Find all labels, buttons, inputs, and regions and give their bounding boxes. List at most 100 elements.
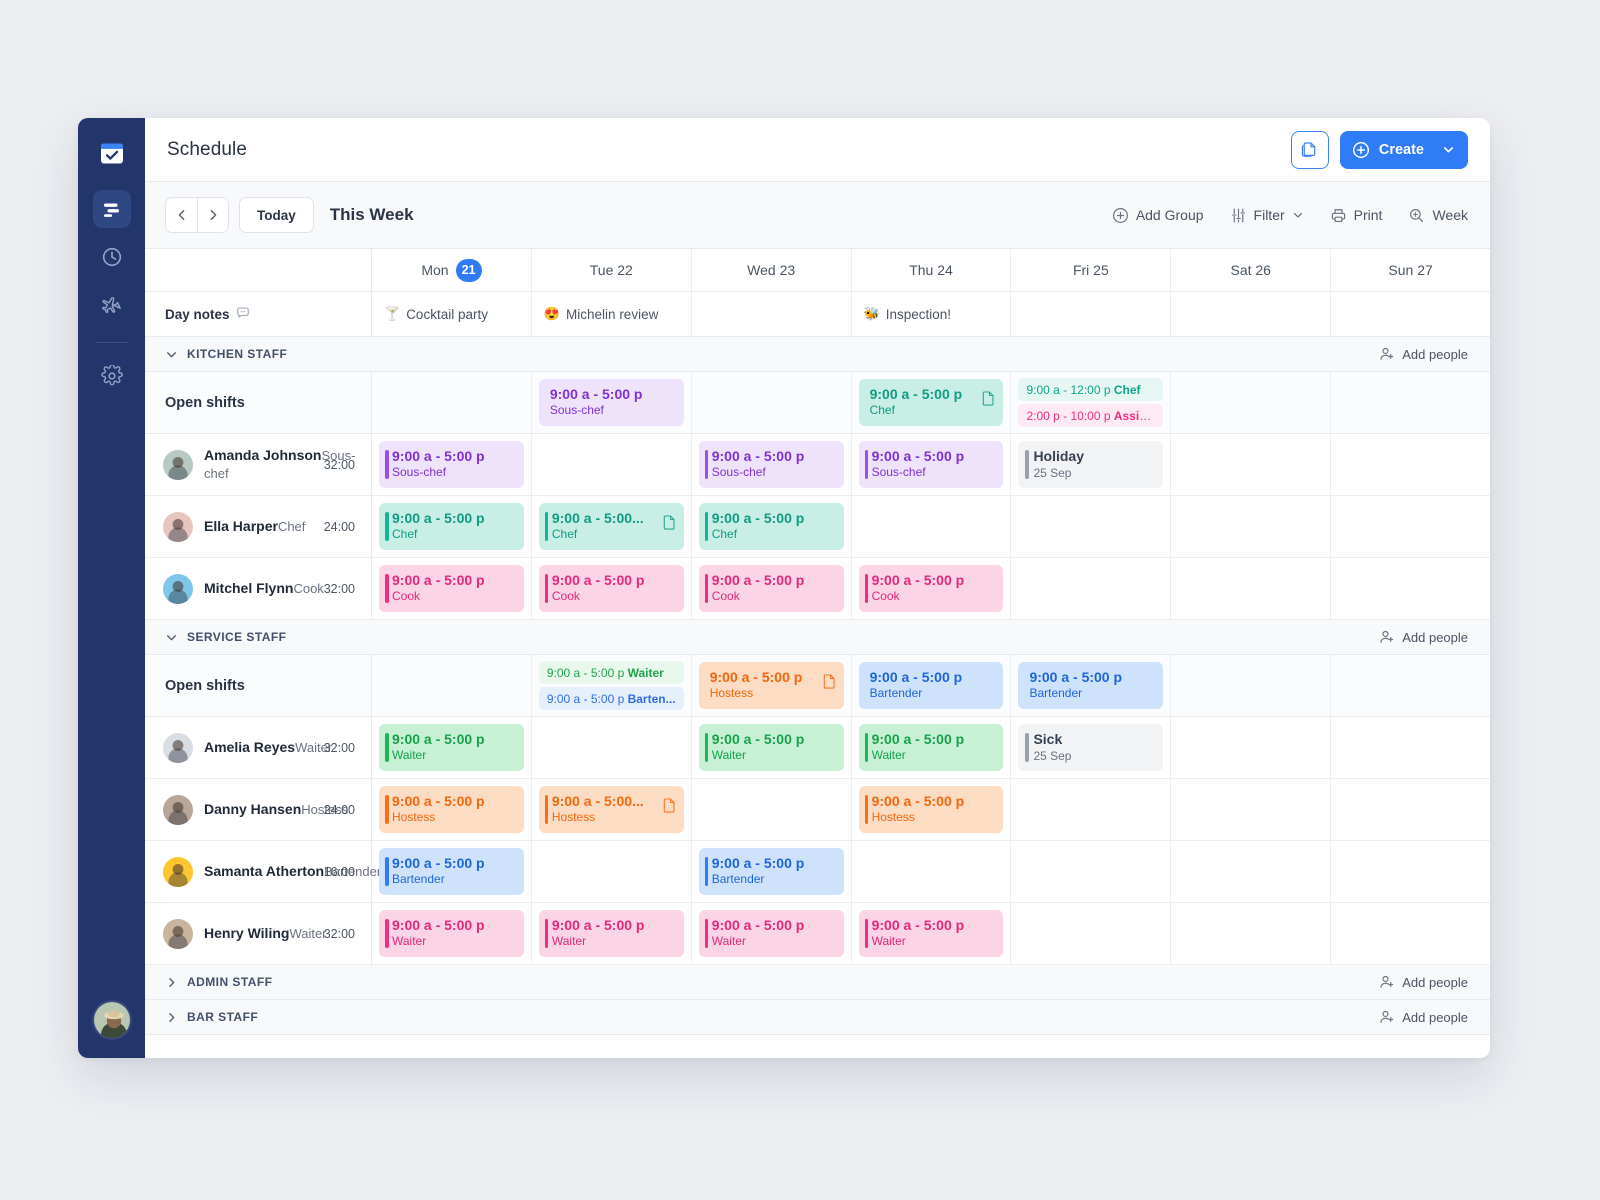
add-people-button[interactable]: Add people [1379, 629, 1468, 645]
shift-cell[interactable] [692, 779, 852, 840]
day-header-0[interactable]: Mon21 [372, 249, 532, 291]
sidebar-item-timeclock[interactable] [93, 238, 131, 276]
shift-chip[interactable]: 9:00 a - 5:00 pChef [379, 503, 524, 550]
shift-cell[interactable]: 9:00 a - 5:00 pSous-chef [372, 434, 532, 495]
shift-chip[interactable]: 9:00 a - 5:00 pWaiter [539, 910, 684, 957]
shift-cell[interactable]: 9:00 a - 5:00 pCook [532, 558, 692, 619]
shift-cell[interactable] [1331, 558, 1490, 619]
sidebar-item-settings[interactable] [93, 357, 131, 395]
shift-cell[interactable] [1171, 717, 1331, 778]
shift-cell[interactable] [1171, 558, 1331, 619]
shift-chip[interactable]: 9:00 a - 5:00 pHostess [379, 786, 524, 833]
staff-info-cell[interactable]: Samanta AthertonBartender16:00 [145, 841, 372, 902]
shift-cell[interactable] [1171, 496, 1331, 557]
shift-cell[interactable]: Holiday25 Sep [1011, 434, 1171, 495]
staff-info-cell[interactable]: Ella HarperChef24:00 [145, 496, 372, 557]
app-logo[interactable] [91, 132, 133, 174]
shift-cell[interactable]: 9:00 a - 5:00 pWaiter [852, 903, 1012, 964]
shift-cell[interactable]: 9:00 a - 5:00 pHostess [372, 779, 532, 840]
absence-chip[interactable]: Sick25 Sep [1018, 724, 1163, 772]
shift-chip[interactable]: 9:00 a - 5:00 pSous-chef [699, 441, 844, 488]
today-button[interactable]: Today [239, 197, 314, 233]
shift-chip[interactable]: 9:00 a - 5:00...Hostess [539, 786, 684, 833]
shift-cell[interactable] [1011, 903, 1171, 964]
shift-chip[interactable]: 9:00 a - 5:00 pCook [699, 565, 844, 612]
shift-cell[interactable] [532, 717, 692, 778]
shift-chip[interactable]: 9:00 a - 5:00 pWaiter [699, 910, 844, 957]
shift-cell[interactable] [1171, 841, 1331, 902]
add-people-button[interactable]: Add people [1379, 346, 1468, 362]
shift-cell[interactable]: Sick25 Sep [1011, 717, 1171, 778]
shift-cell[interactable]: 9:00 a - 5:00 pSous-chef [852, 434, 1012, 495]
shift-cell[interactable] [532, 841, 692, 902]
shift-chip[interactable]: 9:00 a - 5:00 pCook [859, 565, 1004, 612]
open-shift-cell[interactable]: 9:00 a - 5:00 pHostess [692, 655, 852, 716]
staff-info-cell[interactable]: Amelia ReyesWaiter32:00 [145, 717, 372, 778]
shift-cell[interactable]: 9:00 a - 5:00 pBartender [372, 841, 532, 902]
chevron-right-icon[interactable] [165, 1011, 178, 1024]
shift-cell[interactable] [1011, 779, 1171, 840]
open-shift-chip[interactable]: 9:00 a - 5:00 pHostess [699, 662, 844, 709]
shift-cell[interactable] [1011, 558, 1171, 619]
open-shift-cell[interactable] [1171, 372, 1331, 433]
open-shift-mini-chip[interactable]: 9:00 a - 12:00 p Chef [1018, 378, 1163, 401]
chevron-down-icon[interactable] [165, 631, 178, 644]
day-note-5[interactable] [1171, 292, 1331, 336]
shift-cell[interactable] [532, 434, 692, 495]
shift-chip[interactable]: 9:00 a - 5:00 pBartender [699, 848, 844, 895]
absence-chip[interactable]: Holiday25 Sep [1018, 441, 1163, 489]
shift-cell[interactable] [1171, 779, 1331, 840]
shift-chip[interactable]: 9:00 a - 5:00 pWaiter [859, 910, 1004, 957]
shift-cell[interactable] [1331, 434, 1490, 495]
day-note-1[interactable]: 😍Michelin review [532, 292, 692, 336]
open-shift-cell[interactable]: 9:00 a - 12:00 p Chef 2:00 p - 10:00 p As… [1011, 372, 1171, 433]
day-header-4[interactable]: Fri 25 [1011, 249, 1171, 291]
open-shift-mini-chip[interactable]: 2:00 p - 10:00 p Assist... [1018, 404, 1163, 427]
shift-chip[interactable]: 9:00 a - 5:00 pWaiter [379, 724, 524, 771]
prev-week-button[interactable] [166, 198, 197, 232]
open-shift-cell[interactable]: 9:00 a - 5:00 pBartender [852, 655, 1012, 716]
open-shift-chip[interactable]: 9:00 a - 5:00 pBartender [859, 662, 1004, 709]
open-shift-cell[interactable] [1171, 655, 1331, 716]
shift-cell[interactable]: 9:00 a - 5:00 pCook [692, 558, 852, 619]
shift-cell[interactable]: 9:00 a - 5:00 pWaiter [532, 903, 692, 964]
shift-cell[interactable]: 9:00 a - 5:00 pWaiter [692, 903, 852, 964]
next-week-button[interactable] [197, 198, 228, 232]
chevron-right-icon[interactable] [165, 976, 178, 989]
shift-cell[interactable]: 9:00 a - 5:00 pChef [692, 496, 852, 557]
open-shift-cell[interactable]: 9:00 a - 5:00 pSous-chef [532, 372, 692, 433]
add-group-button[interactable]: Add Group [1112, 207, 1204, 224]
open-shift-chip[interactable]: 9:00 a - 5:00 pSous-chef [539, 379, 684, 426]
open-shift-cell[interactable]: 9:00 a - 5:00 p Waiter9:00 a - 5:00 p Ba… [532, 655, 692, 716]
day-header-5[interactable]: Sat 26 [1171, 249, 1331, 291]
shift-cell[interactable] [1011, 496, 1171, 557]
group-header-admin-staff[interactable]: ADMIN STAFFAdd people [145, 965, 1490, 1000]
shift-cell[interactable] [1331, 903, 1490, 964]
open-shift-cell[interactable] [372, 372, 532, 433]
day-note-0[interactable]: 🍸Cocktail party [372, 292, 532, 336]
shift-cell[interactable]: 9:00 a - 5:00 pWaiter [692, 717, 852, 778]
filter-button[interactable]: Filter [1230, 207, 1304, 224]
shift-cell[interactable]: 9:00 a - 5:00 pWaiter [372, 717, 532, 778]
shift-chip[interactable]: 9:00 a - 5:00 pHostess [859, 786, 1004, 833]
shift-chip[interactable]: 9:00 a - 5:00 pChef [699, 503, 844, 550]
chevron-down-icon[interactable] [165, 348, 178, 361]
shift-cell[interactable] [1171, 903, 1331, 964]
shift-cell[interactable]: 9:00 a - 5:00...Hostess [532, 779, 692, 840]
add-people-button[interactable]: Add people [1379, 1009, 1468, 1025]
shift-cell[interactable] [1331, 717, 1490, 778]
shift-cell[interactable]: 9:00 a - 5:00 pHostess [852, 779, 1012, 840]
shift-cell[interactable]: 9:00 a - 5:00 pChef [372, 496, 532, 557]
shift-cell[interactable]: 9:00 a - 5:00...Chef [532, 496, 692, 557]
week-view-button[interactable]: Week [1408, 207, 1468, 224]
shift-chip[interactable]: 9:00 a - 5:00...Chef [539, 503, 684, 550]
shift-cell[interactable]: 9:00 a - 5:00 pWaiter [852, 717, 1012, 778]
duplicate-button[interactable] [1291, 131, 1329, 169]
shift-chip[interactable]: 9:00 a - 5:00 pWaiter [379, 910, 524, 957]
avatar[interactable] [92, 1000, 132, 1040]
shift-chip[interactable]: 9:00 a - 5:00 pWaiter [699, 724, 844, 771]
open-shift-cell[interactable] [372, 655, 532, 716]
open-shift-chip[interactable]: 9:00 a - 5:00 pChef [859, 379, 1004, 426]
group-header-kitchen-staff[interactable]: KITCHEN STAFFAdd people [145, 337, 1490, 372]
day-header-3[interactable]: Thu 24 [852, 249, 1012, 291]
